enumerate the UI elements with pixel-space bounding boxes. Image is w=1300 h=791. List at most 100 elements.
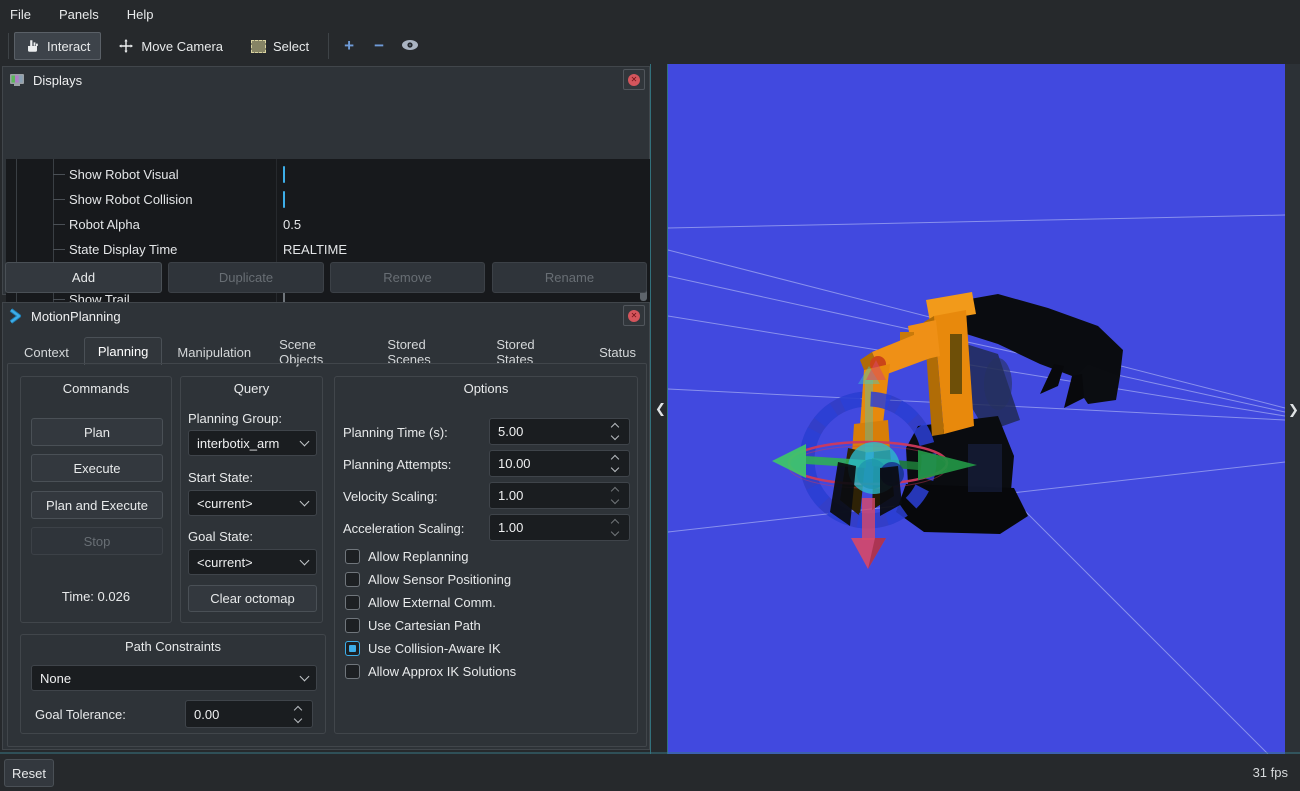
remove-display-button[interactable]: Remove [330, 262, 485, 293]
move-camera-tool-button[interactable]: Move Camera [107, 32, 234, 60]
allow-sensor-positioning-row[interactable]: Allow Sensor Positioning [345, 572, 511, 587]
select-tool-button[interactable]: Select [240, 32, 320, 60]
collapse-left-arrow[interactable]: ❮ [655, 401, 666, 417]
duplicate-display-button[interactable]: Duplicate [168, 262, 324, 293]
allow-approx-ik-solutions-row[interactable]: Allow Approx IK Solutions [345, 664, 516, 679]
spinner-arrows-icon[interactable] [609, 456, 621, 471]
displays-panel-title: Displays [33, 73, 82, 88]
allow-external-comm-checkbox[interactable] [345, 595, 360, 610]
goal-tolerance-spinbox[interactable]: 0.00 [185, 700, 313, 728]
displays-monitor-icon [9, 73, 25, 87]
acceleration-scaling-label: Acceleration Scaling: [343, 521, 464, 536]
right-edge-strip[interactable]: ❯ [1285, 64, 1300, 754]
visibility-eye-button[interactable] [394, 39, 426, 54]
select-tool-label: Select [273, 39, 309, 54]
tab-stored-scenes[interactable]: Stored Scenes [374, 339, 481, 365]
robot-alpha-value[interactable]: 0.5 [283, 217, 301, 232]
fps-counter: 31 fps [1253, 765, 1288, 780]
tab-stored-states[interactable]: Stored States [483, 339, 584, 365]
displays-property-tree[interactable]: Show Robot Visual Show Robot Collision R… [6, 159, 650, 324]
displays-close-button[interactable]: ✕ [623, 69, 645, 90]
interact-hand-icon [25, 39, 40, 54]
goal-state-dropdown[interactable]: <current> [188, 549, 317, 575]
tab-context[interactable]: Context [11, 339, 82, 365]
acceleration-scaling-spinbox[interactable]: 1.00 [489, 514, 630, 541]
tree-scrollbar[interactable] [639, 161, 648, 322]
tab-planning[interactable]: Planning [84, 337, 163, 365]
checkbox-label: Allow Sensor Positioning [368, 572, 511, 587]
path-constraints-group-title: Path Constraints [21, 639, 325, 654]
plan-and-execute-button[interactable]: Plan and Execute [31, 491, 163, 519]
path-constraints-dropdown[interactable]: None [31, 665, 317, 691]
spinner-arrows-icon[interactable] [609, 520, 621, 535]
goal-tolerance-label: Goal Tolerance: [35, 707, 126, 722]
use-collision-aware-ik-row[interactable]: Use Collision-Aware IK [345, 641, 501, 656]
allow-external-comm-row[interactable]: Allow External Comm. [345, 595, 496, 610]
checkbox-label: Allow External Comm. [368, 595, 496, 610]
options-group: Options Planning Time (s): 5.00 Planning… [334, 376, 638, 734]
motion-planning-panel-title: MotionPlanning [31, 309, 121, 324]
planning-time-spinbox[interactable]: 5.00 [489, 418, 630, 445]
commands-group-title: Commands [21, 381, 171, 396]
goal-state-label: Goal State: [188, 529, 253, 544]
checkbox-label: Use Cartesian Path [368, 618, 481, 633]
rviz-window: File Panels Help Interact Move Camera [0, 0, 1300, 791]
zoom-out-button[interactable]: − [364, 36, 394, 56]
state-display-time-value[interactable]: REALTIME [283, 242, 347, 257]
add-display-button[interactable]: Add [5, 262, 162, 293]
interact-tool-button[interactable]: Interact [14, 32, 101, 60]
zoom-in-button[interactable]: + [334, 36, 364, 56]
start-state-label: Start State: [188, 470, 253, 485]
allow-replanning-checkbox[interactable] [345, 549, 360, 564]
tree-row-robot-alpha[interactable]: Robot Alpha 0.5 [6, 212, 650, 237]
motion-planning-chevron-icon [9, 308, 23, 324]
move-camera-icon [118, 38, 134, 54]
menu-panels[interactable]: Panels [59, 3, 113, 26]
clear-octomap-button[interactable]: Clear octomap [188, 585, 317, 612]
tab-scene-objects[interactable]: Scene Objects [266, 339, 372, 365]
show-robot-visual-checkbox[interactable] [283, 166, 285, 183]
viewport-scene [668, 64, 1285, 754]
spinner-arrows-icon[interactable] [609, 424, 621, 439]
allow-approx-ik-solutions-checkbox[interactable] [345, 664, 360, 679]
planning-tab-content: Commands Plan Execute Plan and Execute S… [7, 363, 647, 747]
allow-sensor-positioning-checkbox[interactable] [345, 572, 360, 587]
expand-right-arrow[interactable]: ❯ [1288, 402, 1299, 418]
start-state-dropdown[interactable]: <current> [188, 490, 317, 516]
planning-attempts-spinbox[interactable]: 10.00 [489, 450, 630, 477]
use-collision-aware-ik-checkbox[interactable] [345, 641, 360, 656]
rename-display-button[interactable]: Rename [492, 262, 647, 293]
menu-help[interactable]: Help [127, 3, 168, 26]
reset-button[interactable]: Reset [4, 759, 54, 787]
menu-file[interactable]: File [10, 3, 45, 26]
marker-left-green-arrow[interactable] [772, 444, 806, 478]
plan-button[interactable]: Plan [31, 418, 163, 446]
motion-planning-close-button[interactable]: ✕ [623, 305, 645, 326]
planning-group-dropdown[interactable]: interbotix_arm [188, 430, 317, 456]
velocity-scaling-spinbox[interactable]: 1.00 [489, 482, 630, 509]
velocity-scaling-label: Velocity Scaling: [343, 489, 438, 504]
checkbox-label: Allow Approx IK Solutions [368, 664, 516, 679]
tree-row-show-robot-collision[interactable]: Show Robot Collision [6, 187, 650, 212]
tab-status[interactable]: Status [586, 339, 649, 365]
viewport-3d[interactable] [668, 64, 1285, 754]
plan-time-label: Time: 0.026 [21, 589, 171, 604]
chevron-down-icon [300, 555, 310, 565]
tree-row-show-robot-visual[interactable]: Show Robot Visual [6, 162, 650, 187]
tab-manipulation[interactable]: Manipulation [164, 339, 264, 365]
show-robot-collision-checkbox[interactable] [283, 191, 285, 208]
select-region-icon [251, 40, 266, 53]
allow-replanning-row[interactable]: Allow Replanning [345, 549, 468, 564]
use-cartesian-path-row[interactable]: Use Cartesian Path [345, 618, 481, 633]
toolbar: Interact Move Camera Select + − [0, 28, 1300, 64]
stop-button[interactable]: Stop [31, 527, 163, 555]
execute-button[interactable]: Execute [31, 454, 163, 482]
tree-row-state-display-time[interactable]: State Display Time REALTIME [6, 237, 650, 262]
spinner-arrows-icon[interactable] [609, 488, 621, 503]
use-cartesian-path-checkbox[interactable] [345, 618, 360, 633]
spinner-arrows-icon[interactable] [292, 707, 304, 722]
interact-tool-label: Interact [47, 39, 90, 54]
panel-splitter[interactable]: ❮ [650, 64, 668, 754]
property-label: Show Robot Visual [69, 167, 179, 182]
chevron-down-icon [300, 671, 310, 681]
